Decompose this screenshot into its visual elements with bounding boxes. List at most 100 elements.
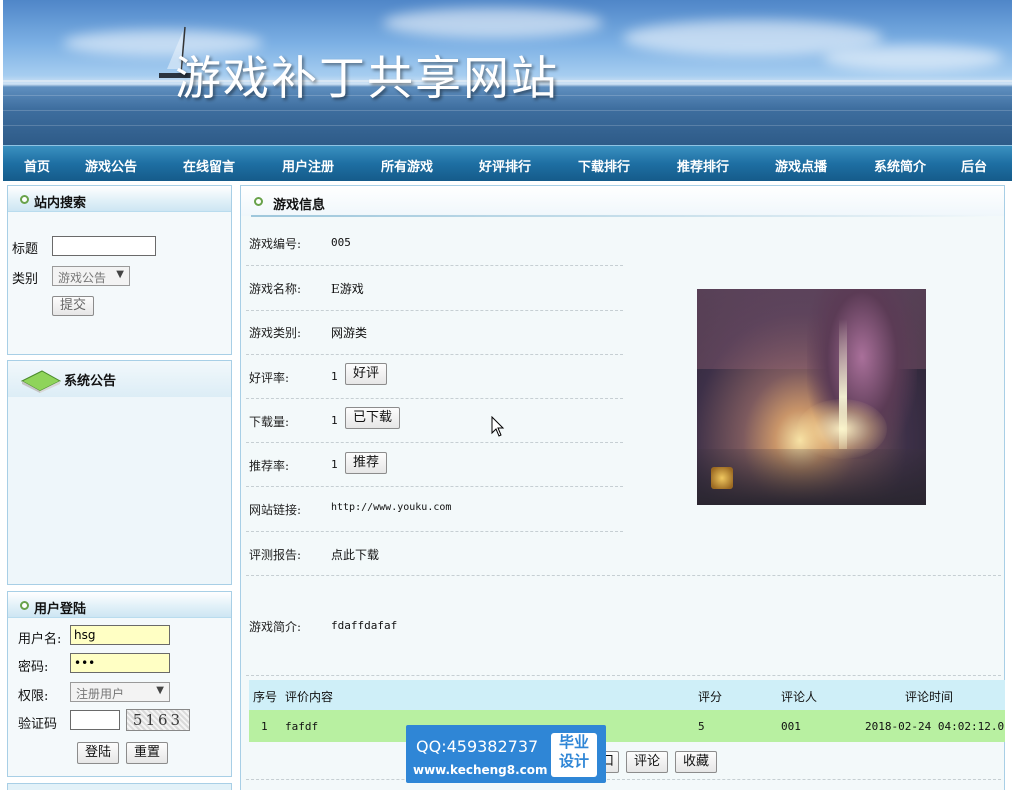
search-submit-button[interactable]: 提交: [52, 296, 94, 316]
col-header-user: 评论人: [781, 690, 818, 704]
notice-panel-header: 系统公告: [8, 361, 231, 397]
notice-panel: 系统公告: [7, 360, 232, 585]
cell-no: 1: [261, 720, 268, 733]
username-label: 用户名:: [18, 632, 62, 647]
divider: [246, 575, 1001, 576]
login-panel: 用户登陆 用户名: 密码: 权限: 注册用户 ▼ 验证码 5163 登陆 重置: [7, 591, 232, 777]
nav-item-game-request[interactable]: 游戏点播: [775, 156, 827, 175]
notice-panel-title: 系统公告: [64, 374, 117, 389]
divider: [246, 265, 623, 266]
username-input[interactable]: [70, 625, 170, 645]
bullet-icon: [254, 197, 263, 206]
password-label: 密码:: [18, 660, 49, 675]
game-cover-image: [697, 289, 926, 505]
website-link-label: 网站链接:: [249, 503, 302, 517]
nav-item-download-rank[interactable]: 下载排行: [578, 156, 630, 175]
divider: [246, 486, 623, 487]
recommend-value: 1: [331, 458, 338, 471]
game-name-value: E游戏: [331, 282, 364, 296]
favorite-button[interactable]: 收藏: [675, 751, 717, 773]
search-title-input[interactable]: [52, 236, 156, 256]
game-name-label: 游戏名称:: [249, 282, 302, 296]
report-download-link[interactable]: 点此下载: [331, 546, 379, 563]
search-type-select[interactable]: 游戏公告 ▼: [52, 266, 130, 286]
recommend-button[interactable]: 推荐: [345, 452, 387, 474]
game-info-header: 游戏信息: [241, 186, 1004, 216]
download-button[interactable]: 已下载: [345, 407, 400, 429]
search-panel-title: 站内搜索: [34, 196, 87, 211]
divider: [246, 442, 623, 443]
report-label: 评测报告:: [249, 548, 302, 562]
captcha-text: 5163: [132, 711, 184, 729]
game-category-value: 网游类: [331, 326, 368, 340]
reset-button[interactable]: 重置: [126, 742, 168, 764]
divider: [246, 310, 623, 311]
game-info-title: 游戏信息: [273, 198, 326, 213]
downloads-value: 1: [331, 414, 338, 427]
watermark-overlay: QQ:459382737 www.kecheng8.com 毕业 设计: [406, 725, 606, 783]
col-header-content: 评价内容: [285, 690, 334, 704]
cell-user: 001: [781, 720, 801, 733]
login-button[interactable]: 登陆: [77, 742, 119, 764]
cell-content: fafdf: [285, 720, 319, 733]
nav-item-about[interactable]: 系统简介: [874, 156, 926, 175]
comment-button[interactable]: 评论: [626, 751, 668, 773]
mouse-cursor-icon: [491, 416, 505, 437]
divider: [246, 531, 623, 532]
nav-item-register[interactable]: 用户注册: [282, 156, 334, 175]
rating-value: 1: [331, 370, 338, 383]
rate-good-button[interactable]: 好评: [345, 363, 387, 385]
captcha-input[interactable]: [70, 710, 120, 730]
col-header-score: 评分: [698, 690, 723, 704]
divider: [246, 779, 1001, 780]
search-type-label: 类别: [12, 272, 39, 287]
role-label: 权限:: [18, 689, 49, 704]
col-header-no: 序号: [253, 690, 278, 704]
downloads-label: 下载量:: [249, 415, 290, 429]
captcha-image[interactable]: 5163: [126, 709, 190, 731]
nav-item-announcements[interactable]: 游戏公告: [85, 156, 137, 175]
divider: [246, 398, 623, 399]
watermark-badge-line2: 设计: [558, 752, 589, 770]
header-underline: [251, 215, 991, 217]
game-category-label: 游戏类别:: [249, 326, 302, 340]
game-id-value: 005: [331, 236, 351, 249]
nav-item-all-games[interactable]: 所有游戏: [381, 156, 433, 175]
table-row: 1 fafdf 5 001 2018-02-24 04:02:12.0: [249, 710, 1005, 742]
site-banner: 游戏补丁共享网站: [3, 0, 1012, 145]
nav-item-recommend-rank[interactable]: 推荐排行: [677, 156, 729, 175]
chevron-down-icon: ▼: [156, 685, 164, 696]
search-panel: 站内搜索 标题 类别 游戏公告 ▼ 提交: [7, 185, 232, 355]
intro-value: fdaffdafaf: [331, 619, 398, 632]
search-title-label: 标题: [12, 242, 39, 257]
nav-item-admin[interactable]: 后台: [961, 156, 987, 175]
role-selected: 注册用户: [76, 687, 125, 701]
intro-label: 游戏简介:: [249, 620, 302, 634]
watermark-badge: 毕业 设计: [551, 733, 597, 777]
rating-label: 好评率:: [249, 371, 290, 385]
game-info-panel: 游戏信息 游戏编号: 005 游戏名称: E游戏 游戏类别: 网游类 好评率: …: [240, 185, 1005, 790]
nav-item-rating-rank[interactable]: 好评排行: [479, 156, 531, 175]
chevron-down-icon: ▼: [116, 269, 124, 280]
nav-item-guestbook[interactable]: 在线留言: [183, 156, 235, 175]
captcha-label: 验证码: [18, 717, 58, 732]
col-header-time: 评论时间: [905, 690, 954, 704]
game-id-label: 游戏编号:: [249, 237, 302, 251]
book-icon: [20, 370, 62, 393]
search-panel-header: 站内搜索: [8, 186, 231, 212]
comments-header-row: 序号 评价内容 评分 评论人 评论时间: [249, 680, 1005, 710]
role-select[interactable]: 注册用户 ▼: [70, 682, 170, 702]
divider: [246, 354, 623, 355]
bullet-icon: [20, 601, 29, 610]
recommend-label: 推荐率:: [249, 459, 290, 473]
password-input[interactable]: [70, 653, 170, 673]
bullet-icon: [20, 195, 29, 204]
login-panel-title: 用户登陆: [34, 602, 87, 617]
cell-time: 2018-02-24 04:02:12.0: [865, 720, 1005, 733]
website-link-value[interactable]: http://www.youku.com: [331, 502, 451, 513]
search-type-selected: 游戏公告: [58, 271, 107, 285]
next-panel-edge: [7, 783, 232, 790]
watermark-qq: QQ:459382737: [416, 737, 539, 756]
watermark-badge-line1: 毕业: [558, 733, 589, 751]
nav-item-home[interactable]: 首页: [24, 156, 50, 175]
